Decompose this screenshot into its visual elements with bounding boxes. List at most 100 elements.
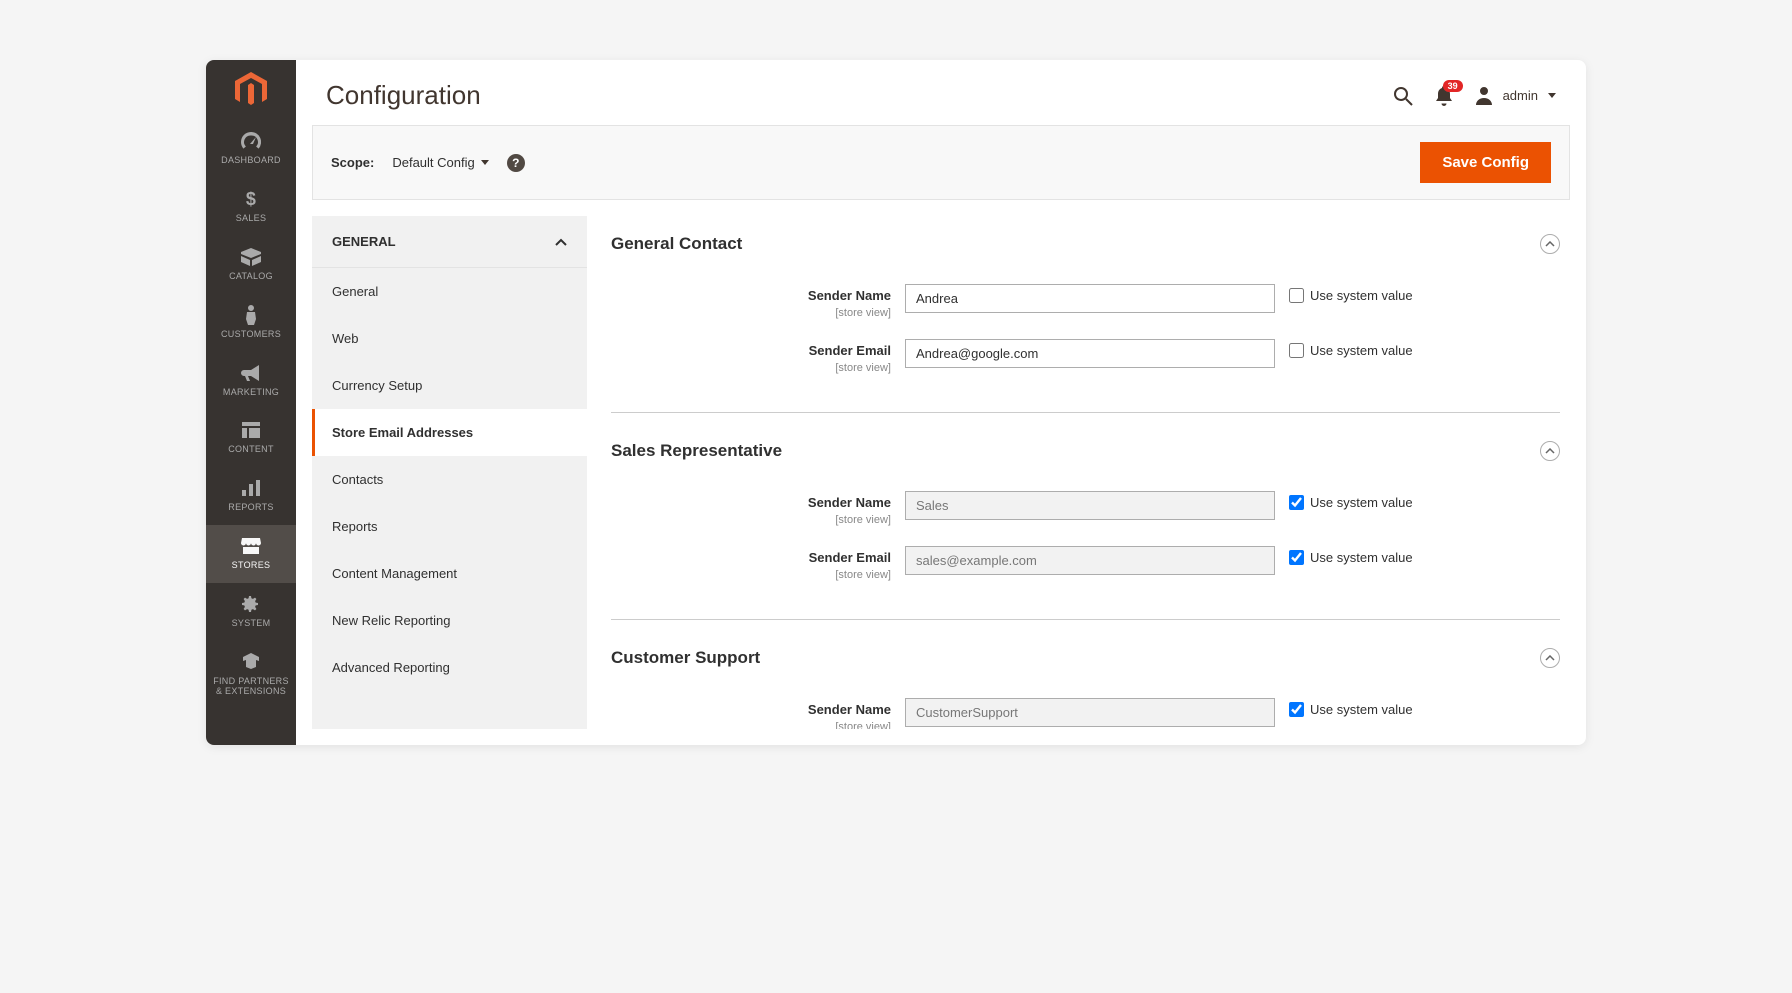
config-nav-group-general[interactable]: GENERAL — [312, 216, 587, 268]
sales-rep-email-input — [905, 546, 1275, 575]
label-text: Sender Name — [611, 495, 891, 510]
nav-system[interactable]: SYSTEM — [206, 583, 296, 641]
use-system-label: Use system value — [1310, 550, 1413, 565]
page-title: Configuration — [326, 80, 481, 111]
nav-label: SYSTEM — [232, 619, 271, 629]
use-system-label: Use system value — [1310, 288, 1413, 303]
use-system-checkbox[interactable] — [1289, 495, 1304, 510]
scope-left: Scope: Default Config ? — [331, 154, 525, 172]
nav-label: FIND PARTNERS & EXTENSIONS — [210, 677, 292, 697]
config-form: General Contact Sender Name [store view] — [611, 216, 1570, 729]
section-body: Sender Name [store view] Use system valu… — [611, 473, 1560, 620]
field-row: Sender Email [store view] Use system val… — [611, 339, 1560, 376]
page-header: Configuration 39 admin — [296, 60, 1586, 125]
config-sidebar: GENERAL General Web Currency Setup Store… — [312, 216, 587, 729]
field-label: Sender Name [store view] — [611, 698, 891, 729]
megaphone-icon — [241, 362, 261, 384]
section-header[interactable]: Customer Support — [611, 630, 1560, 680]
username: admin — [1503, 88, 1538, 103]
nav-catalog[interactable]: CATALOG — [206, 236, 296, 294]
config-nav-web[interactable]: Web — [312, 315, 587, 362]
nav-sales[interactable]: $ SALES — [206, 178, 296, 236]
label-text: Sender Name — [611, 288, 891, 303]
collapse-icon[interactable] — [1540, 234, 1560, 254]
content-area: GENERAL General Web Currency Setup Store… — [296, 200, 1586, 745]
nav-label: DASHBOARD — [221, 156, 281, 166]
field-label: Sender Email [store view] — [611, 339, 891, 376]
nav-label: CATALOG — [229, 272, 273, 282]
caret-down-icon — [1548, 93, 1556, 98]
scope-value: Default Config — [392, 155, 474, 170]
scope-select[interactable]: Default Config — [392, 155, 488, 170]
use-system-wrap: Use system value — [1289, 698, 1413, 717]
config-nav-store-email[interactable]: Store Email Addresses — [312, 409, 587, 456]
field-row: Sender Email [store view] Use system val… — [611, 546, 1560, 583]
section-general-contact: General Contact Sender Name [store view] — [611, 216, 1560, 413]
main-area: Configuration 39 admin Scope: — [296, 60, 1586, 745]
nav-label: REPORTS — [228, 503, 273, 513]
config-nav-currency[interactable]: Currency Setup — [312, 362, 587, 409]
dashboard-icon — [241, 130, 261, 152]
search-button[interactable] — [1393, 86, 1413, 106]
config-nav-contacts[interactable]: Contacts — [312, 456, 587, 503]
nav-reports[interactable]: REPORTS — [206, 467, 296, 525]
nav-customers[interactable]: CUSTOMERS — [206, 294, 296, 352]
nav-marketing[interactable]: MARKETING — [206, 352, 296, 410]
caret-down-icon — [481, 160, 489, 165]
user-icon — [1475, 87, 1493, 105]
field-input-wrap — [905, 339, 1275, 368]
field-label: Sender Name [store view] — [611, 491, 891, 528]
bars-icon — [242, 477, 260, 499]
nav-dashboard[interactable]: DASHBOARD — [206, 120, 296, 178]
field-label: Sender Name [store view] — [611, 284, 891, 321]
general-contact-email-input[interactable] — [905, 339, 1275, 368]
box-icon — [241, 246, 261, 268]
nav-label: CUSTOMERS — [221, 330, 281, 340]
field-row: Sender Name [store view] Use system valu… — [611, 284, 1560, 321]
section-header[interactable]: General Contact — [611, 216, 1560, 266]
general-contact-name-input[interactable] — [905, 284, 1275, 313]
field-row: Sender Name [store view] Use system valu… — [611, 698, 1560, 729]
help-icon[interactable]: ? — [507, 154, 525, 172]
section-body: Sender Name [store view] Use system valu… — [611, 680, 1560, 729]
section-title: General Contact — [611, 234, 742, 254]
use-system-checkbox[interactable] — [1289, 702, 1304, 717]
config-nav-newrelic[interactable]: New Relic Reporting — [312, 597, 587, 644]
section-header[interactable]: Sales Representative — [611, 423, 1560, 473]
config-nav-cms[interactable]: Content Management — [312, 550, 587, 597]
use-system-checkbox[interactable] — [1289, 288, 1304, 303]
magento-logo[interactable] — [233, 72, 269, 108]
field-label: Sender Email [store view] — [611, 546, 891, 583]
section-title: Sales Representative — [611, 441, 782, 461]
nav-partners[interactable]: FIND PARTNERS & EXTENSIONS — [206, 641, 296, 709]
scope-hint: [store view] — [835, 514, 891, 526]
collapse-icon[interactable] — [1540, 441, 1560, 461]
nav-content[interactable]: CONTENT — [206, 409, 296, 467]
chevron-up-icon — [555, 238, 567, 246]
user-menu[interactable]: admin — [1475, 87, 1556, 105]
scope-bar: Scope: Default Config ? Save Config — [312, 125, 1570, 200]
person-icon — [245, 304, 257, 326]
use-system-checkbox[interactable] — [1289, 343, 1304, 358]
use-system-label: Use system value — [1310, 495, 1413, 510]
use-system-wrap: Use system value — [1289, 491, 1413, 510]
save-config-button[interactable]: Save Config — [1420, 142, 1551, 183]
scope-hint: [store view] — [835, 569, 891, 581]
config-nav-reports[interactable]: Reports — [312, 503, 587, 550]
field-row: Sender Name [store view] Use system valu… — [611, 491, 1560, 528]
label-text: Sender Email — [611, 343, 891, 358]
section-body: Sender Name [store view] Use system valu… — [611, 266, 1560, 413]
use-system-checkbox[interactable] — [1289, 550, 1304, 565]
scope-hint: [store view] — [835, 307, 891, 319]
header-actions: 39 admin — [1393, 86, 1556, 106]
config-nav-advanced-reporting[interactable]: Advanced Reporting — [312, 644, 587, 691]
config-nav-general[interactable]: General — [312, 268, 587, 315]
nav-label: SALES — [236, 214, 267, 224]
notifications-button[interactable]: 39 — [1435, 86, 1453, 106]
scope-hint: [store view] — [835, 721, 891, 729]
notification-badge: 39 — [1443, 80, 1463, 92]
nav-stores[interactable]: STORES — [206, 525, 296, 583]
sales-rep-name-input — [905, 491, 1275, 520]
customer-support-name-input — [905, 698, 1275, 727]
collapse-icon[interactable] — [1540, 648, 1560, 668]
